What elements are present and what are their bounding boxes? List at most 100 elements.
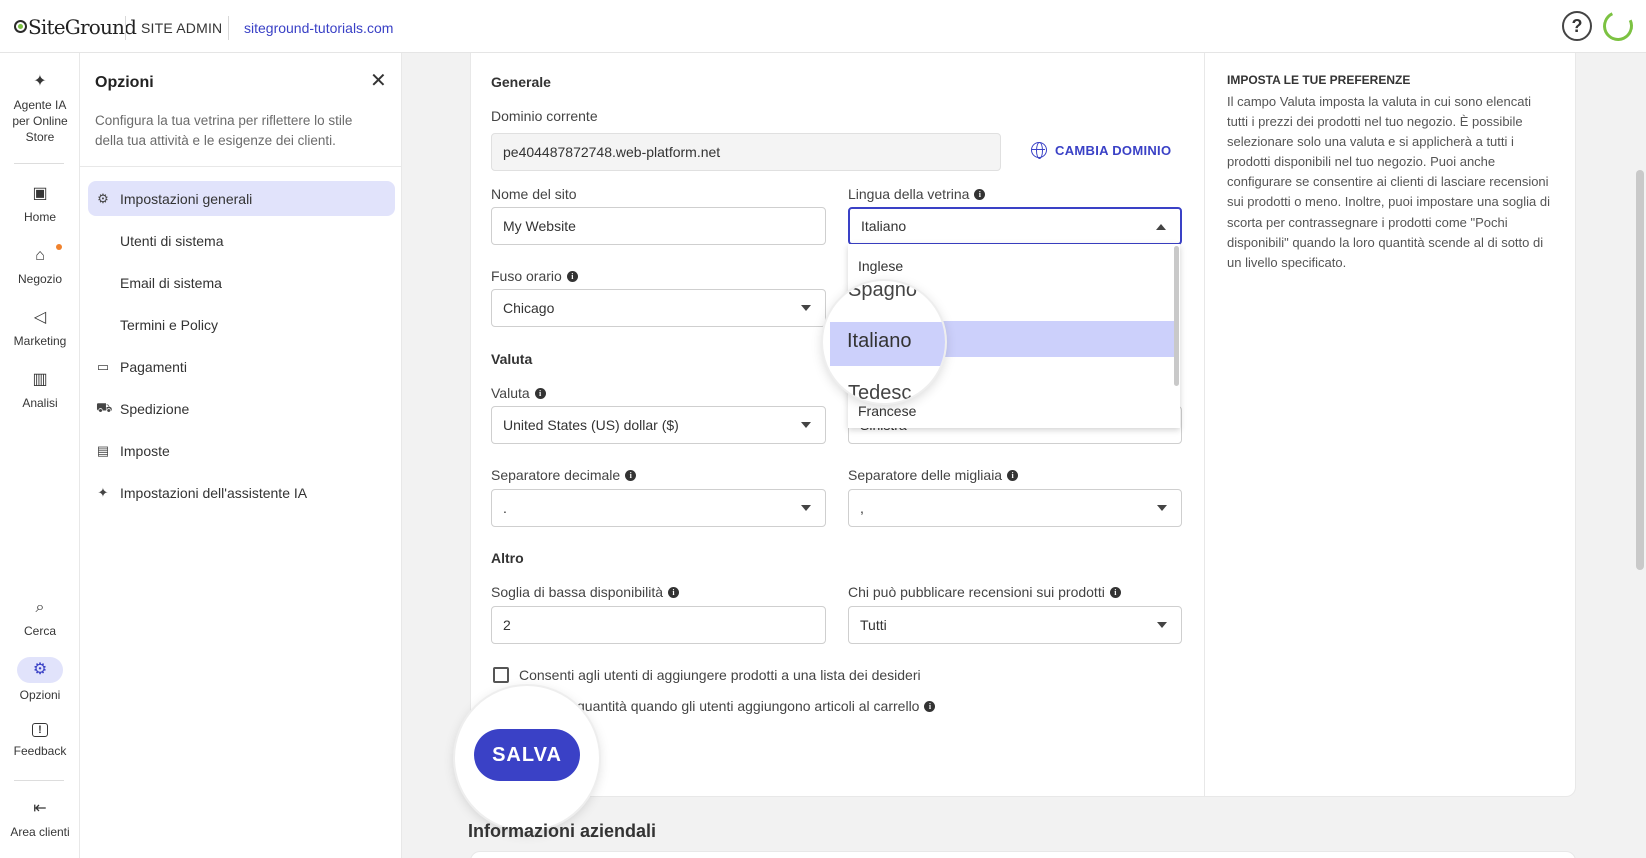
feedback-icon: ! [32,723,48,737]
timezone-select[interactable]: Chicago [491,289,826,327]
divider [228,16,229,40]
nav-label: Agente IA per Online Store [12,98,68,144]
language-option-partial: Spagno [848,281,917,301]
megaphone-icon: ◁ [33,309,47,326]
nav-item-client-area[interactable]: ⇤ Area clienti [0,800,80,840]
nav-item-marketing[interactable]: ◁ Marketing [0,309,80,349]
nav-divider [14,163,64,164]
nav-item-search[interactable]: ⌕ Cerca [0,599,80,639]
currency-label: Valuta i [491,385,546,401]
language-option-partial: Tedesc [848,382,912,403]
nav-label: Negozio [17,272,63,286]
info-icon[interactable]: i [668,586,679,598]
save-button[interactable]: SALVA [474,729,580,781]
panel-title: Opzioni [95,74,154,91]
language-option-italiano[interactable]: Italiano [847,330,912,353]
reviews-label: Chi può pubblicare recensioni sui prodot… [848,584,1121,600]
search-icon: ⌕ [35,599,45,616]
info-icon[interactable]: i [1007,469,1019,481]
info-icon[interactable]: i [566,270,578,282]
timezone-label-text: Fuso orario [491,268,562,284]
info-icon[interactable]: i [974,188,986,200]
low-stock-label: Soglia di bassa disponibilità i [491,584,679,600]
menu-item-shipping[interactable]: ⛟ Spedizione [88,391,395,426]
info-icon[interactable]: i [1109,586,1121,598]
timezone-label: Fuso orario i [491,268,578,284]
nav-item-feedback[interactable]: ! Feedback [0,723,80,759]
menu-label: Spedizione [120,400,190,417]
language-value: Italiano [861,218,907,234]
divider [125,16,126,40]
language-label-text: Lingua della vetrina [848,186,970,202]
language-select[interactable]: Italiano [848,207,1182,245]
menu-label: Termini e Policy [120,316,219,333]
menu-label: Pagamenti [120,358,187,375]
section-title-business-info: Informazioni aziendali [468,821,657,841]
change-domain-button[interactable]: CAMBIA DOMINIO [1031,142,1171,159]
store-icon: ⌂ [35,247,45,264]
decimal-separator-label: Separatore decimale i [491,467,637,483]
menu-item-system-email[interactable]: Email di sistema [88,265,395,300]
logout-icon: ⇤ [33,800,47,817]
page-scrollbar[interactable] [1636,170,1644,570]
chart-icon: ▥ [32,371,48,388]
decimal-separator-select[interactable]: . [491,489,826,527]
document-icon: ▤ [96,442,110,458]
nav-label: Cerca [23,624,56,638]
menu-item-ai-assistant[interactable]: ✦ Impostazioni dell'assistente IA [88,475,395,510]
menu-label: Imposte [120,442,170,459]
decimal-separator-value: . [503,500,507,516]
nav-item-ai-agent[interactable]: ✦ Agente IA per Online Store [0,73,80,145]
info-icon[interactable]: i [924,700,936,712]
info-icon[interactable]: i [534,387,546,399]
zoom-magnifier: Spagno Italiano Tedesc [823,281,945,403]
info-icon[interactable]: i [625,469,637,481]
chevron-down-icon [1157,505,1167,511]
chevron-down-icon [801,505,811,511]
domain-link[interactable]: siteground-tutorials.com [244,20,393,36]
siteground-logo[interactable]: SiteGround [14,14,137,40]
menu-item-system-users[interactable]: Utenti di sistema [88,223,395,258]
nav-item-home[interactable]: ▣ Home [0,185,80,225]
language-option[interactable]: Inglese [858,258,903,274]
currency-select[interactable]: United States (US) dollar ($) [491,406,826,444]
menu-item-general-settings[interactable]: ⚙ Impostazioni generali [88,181,395,216]
top-bar: SiteGround SITE ADMIN siteground-tutoria… [0,0,1646,53]
close-icon[interactable]: ✕ [370,71,387,91]
site-name-input[interactable]: My Website [491,207,826,245]
dropdown-scrollbar[interactable] [1174,246,1179,386]
nav-item-analytics[interactable]: ▥ Analisi [0,371,80,411]
gear-icon: ⚙ [97,190,109,206]
section-title-general: Generale [491,74,551,90]
site-admin-label: SITE ADMIN [141,20,223,36]
menu-label: Utenti di sistema [120,232,224,249]
help-icon[interactable]: ? [1562,11,1592,41]
low-stock-input[interactable]: 2 [491,606,826,644]
reviews-value: Tutti [860,617,887,633]
menu-label: Impostazioni dell'assistente IA [120,484,308,501]
reviews-select[interactable]: Tutti [848,606,1182,644]
site-name-label: Nome del sito [491,186,577,202]
thousand-separator-label: Separatore delle migliaia i [848,467,1019,483]
low-stock-label-text: Soglia di bassa disponibilità [491,584,663,600]
notification-dot [56,244,62,250]
menu-item-payments[interactable]: ▭ Pagamenti [88,349,395,384]
nav-label: Home [23,210,56,224]
main-navigation: ✦ Agente IA per Online Store ▣ Home ⌂ Ne… [0,53,80,858]
menu-item-terms-policy[interactable]: Termini e Policy [88,307,395,342]
nav-item-store[interactable]: ⌂ Negozio [0,247,80,287]
nav-item-options[interactable]: ⚙ Opzioni [0,657,80,703]
current-domain-field: pe404487872748.web-platform.net [491,133,1001,171]
gear-icon: ⚙ [17,657,63,683]
language-option[interactable]: Francese [858,403,916,419]
business-info-card [470,851,1576,858]
quantity-checkbox-label: quantità quando gli utenti aggiungono ar… [577,698,936,714]
nav-label: Analisi [22,396,58,410]
wishlist-checkbox[interactable] [493,667,509,683]
menu-item-taxes[interactable]: ▤ Imposte [88,433,395,468]
current-domain-label: Dominio corrente [491,108,598,124]
chevron-down-icon [801,305,811,311]
card-icon: ▭ [96,358,110,374]
panel-description: Configura la tua vetrina per riflettere … [95,113,353,148]
thousand-separator-select[interactable]: , [848,489,1182,527]
